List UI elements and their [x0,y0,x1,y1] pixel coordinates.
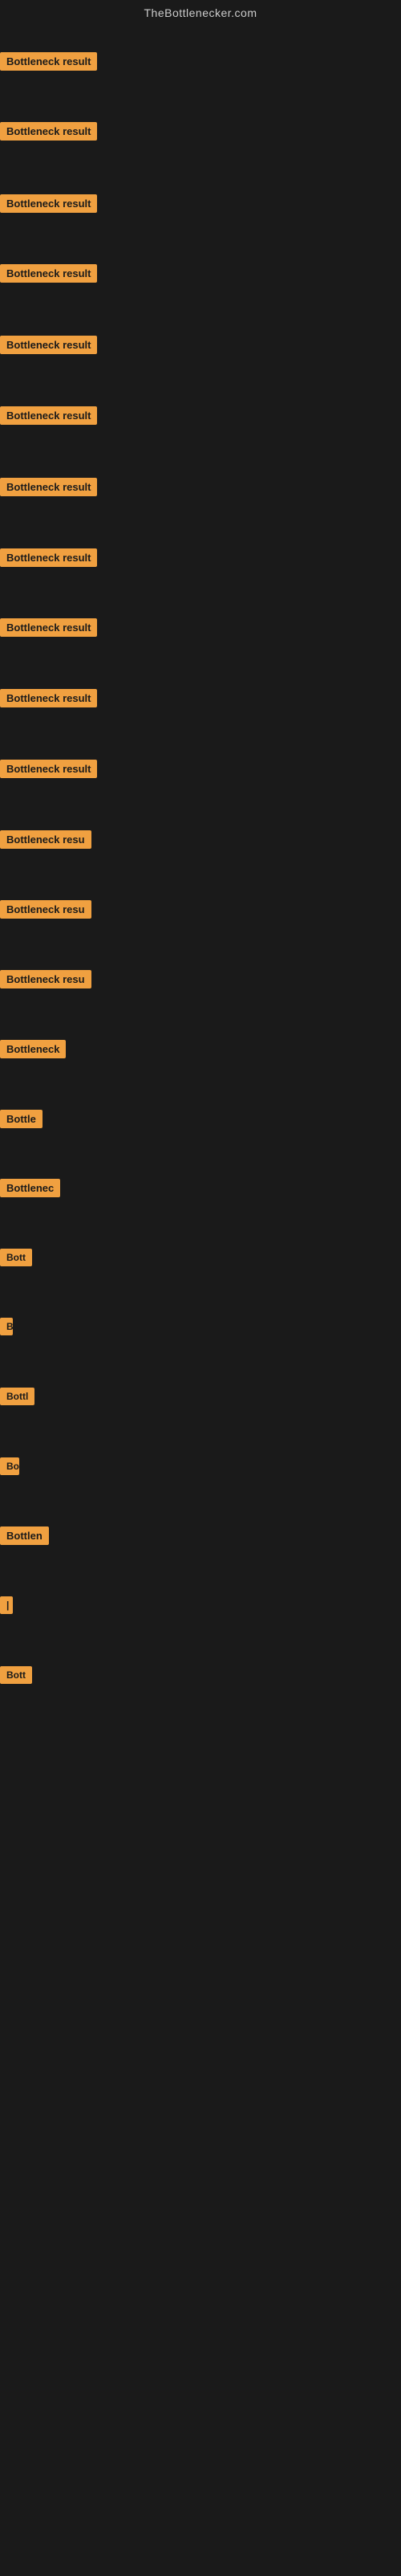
bottleneck-result-label-3: Bottleneck result [0,194,97,213]
bottleneck-result-label-16: Bottle [0,1110,43,1128]
bottleneck-result-label-15: Bottleneck [0,1040,66,1058]
bottleneck-result-row-9: Bottleneck result [0,618,401,641]
bottleneck-result-row-10: Bottleneck result [0,689,401,711]
bottleneck-result-label-9: Bottleneck result [0,618,97,637]
bottleneck-result-label-8: Bottleneck result [0,548,97,567]
bottleneck-result-row-5: Bottleneck result [0,336,401,358]
bottleneck-result-label-17: Bottlenec [0,1179,60,1197]
bottleneck-result-row-21: Bo [0,1457,401,1479]
bottleneck-result-label-18: Bott [0,1249,32,1266]
bottleneck-result-label-10: Bottleneck result [0,689,97,707]
bottleneck-result-row-6: Bottleneck result [0,406,401,429]
bottleneck-result-label-4: Bottleneck result [0,264,97,283]
bottleneck-result-label-23: | [0,1596,13,1614]
bottleneck-result-row-8: Bottleneck result [0,548,401,571]
bottleneck-result-row-2: Bottleneck result [0,122,401,145]
bottleneck-result-label-2: Bottleneck result [0,122,97,141]
bottleneck-result-row-19: B [0,1318,401,1339]
bottleneck-result-row-1: Bottleneck result [0,52,401,75]
bottleneck-result-label-22: Bottlen [0,1526,49,1545]
bottleneck-result-label-21: Bo [0,1457,19,1475]
bottleneck-result-row-18: Bott [0,1249,401,1270]
bottleneck-result-label-5: Bottleneck result [0,336,97,354]
bottleneck-result-row-13: Bottleneck resu [0,900,401,923]
bottleneck-result-label-12: Bottleneck resu [0,830,91,849]
bottleneck-result-label-7: Bottleneck result [0,478,97,496]
bottleneck-result-label-11: Bottleneck result [0,760,97,778]
bottleneck-result-label-14: Bottleneck resu [0,970,91,988]
bottleneck-result-label-13: Bottleneck resu [0,900,91,919]
bottleneck-result-label-19: B [0,1318,13,1335]
bottleneck-result-row-23: | [0,1596,401,1618]
bottleneck-result-row-24: Bott [0,1666,401,1688]
bottleneck-result-label-1: Bottleneck result [0,52,97,71]
bottleneck-result-row-16: Bottle [0,1110,401,1132]
bottleneck-result-row-11: Bottleneck result [0,760,401,782]
bottleneck-result-row-22: Bottlen [0,1526,401,1549]
bottleneck-result-row-3: Bottleneck result [0,194,401,217]
bottleneck-result-label-6: Bottleneck result [0,406,97,425]
bottleneck-result-label-20: Bottl [0,1388,34,1405]
bottleneck-result-row-15: Bottleneck [0,1040,401,1062]
bottleneck-result-row-7: Bottleneck result [0,478,401,500]
bottleneck-result-row-20: Bottl [0,1388,401,1409]
site-title: TheBottlenecker.com [0,0,401,22]
bottleneck-result-row-4: Bottleneck result [0,264,401,287]
bottleneck-result-label-24: Bott [0,1666,32,1684]
bottleneck-result-row-14: Bottleneck resu [0,970,401,992]
bottleneck-result-row-17: Bottlenec [0,1179,401,1201]
bottleneck-result-row-12: Bottleneck resu [0,830,401,853]
